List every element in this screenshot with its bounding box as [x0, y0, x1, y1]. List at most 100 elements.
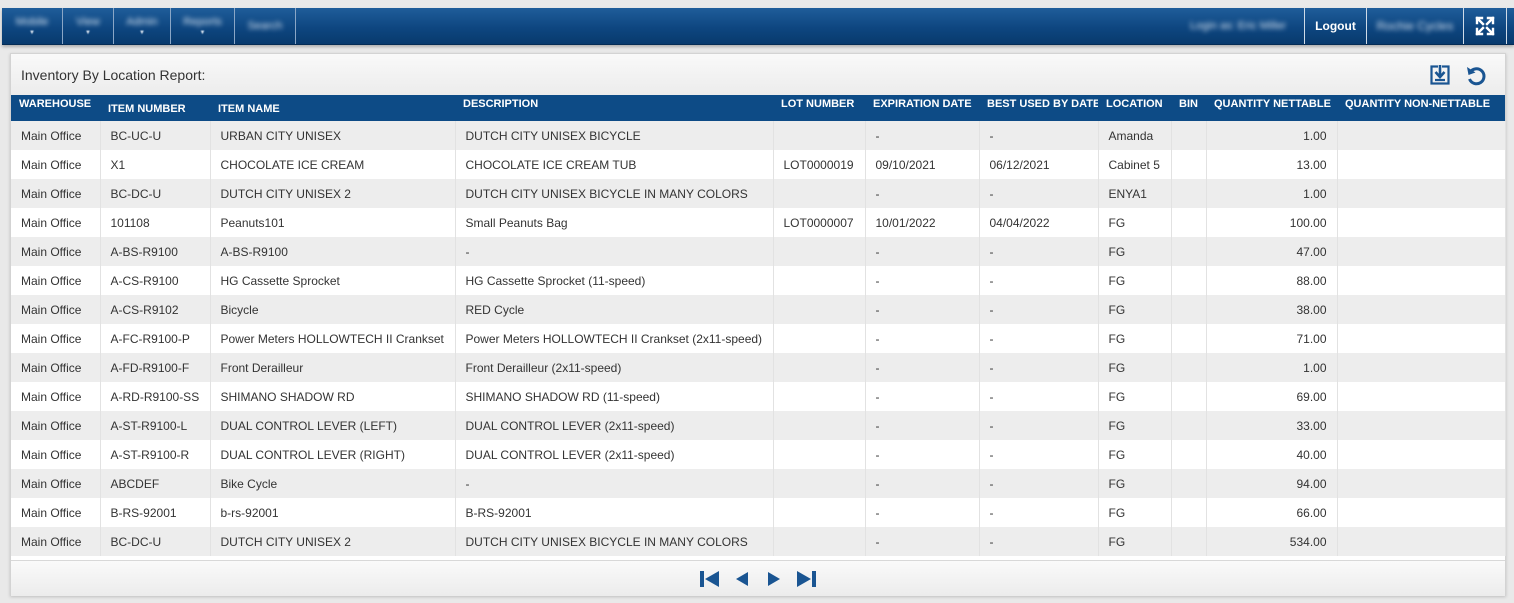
- table-header-row: WAREHOUSE ITEM NUMBER ITEM NAME DESCRIPT…: [11, 95, 1505, 121]
- table-row[interactable]: Main Office A-BS-R9100 A-BS-R9100- - - FG 47.0…: [11, 237, 1506, 266]
- table-row[interactable]: Main Office A-ST-R9100-R DUAL CONTROL LEVE…: [11, 440, 1506, 469]
- logout-label: Logout: [1315, 19, 1356, 33]
- menu-mobile[interactable]: Mobile ▼: [2, 8, 63, 44]
- cell-best-used-by-date: -: [979, 382, 1099, 411]
- cell-quantity-nettable: 1.00: [1206, 179, 1338, 208]
- inventory-table-wrap: WAREHOUSE ITEM NUMBER ITEM NAME DESCRIPT…: [11, 95, 1506, 556]
- first-page-icon[interactable]: [699, 570, 721, 593]
- table-row[interactable]: Main Office A-FD-R9100-F Front Derailleur F…: [11, 353, 1506, 382]
- cell-lot-number: [773, 324, 866, 353]
- cell-location: FG: [1098, 295, 1172, 324]
- cell-quantity-non-nettable: [1337, 295, 1506, 324]
- cell-quantity-nettable: 33.00: [1206, 411, 1338, 440]
- table-row[interactable]: Main Office BC-UC-U URBAN CITY UNISEX DUTCH…: [11, 121, 1506, 150]
- cell-item-name: DUAL CONTROL LEVER (LEFT): [210, 411, 456, 440]
- top-nav-bar: Mobile ▼ View ▼ Admin ▼ Reports ▼ Search…: [2, 8, 1514, 45]
- report-header: Inventory By Location Report:: [11, 54, 1505, 95]
- report-panel: Inventory By Location Report: WAREHOUSE …: [10, 53, 1506, 596]
- cell-location: FG: [1098, 527, 1172, 556]
- col-header-lot-number[interactable]: LOT NUMBER: [773, 95, 865, 121]
- cell-expiration-date: -: [865, 295, 980, 324]
- menu-search[interactable]: Search: [235, 8, 296, 44]
- table-row[interactable]: Main Office 101108 Peanuts101 Small Peanuts…: [11, 208, 1506, 237]
- cell-expiration-date: -: [865, 121, 980, 150]
- table-row[interactable]: Main Office A-FC-R9100-P Power Meters HOLL…: [11, 324, 1506, 353]
- cell-quantity-non-nettable: [1337, 469, 1506, 498]
- chevron-down-icon: ▼: [29, 30, 35, 36]
- next-page-icon[interactable]: [763, 570, 785, 593]
- cell-item-number: BC-DC-U: [100, 527, 211, 556]
- logout-button[interactable]: Logout: [1304, 8, 1366, 44]
- cell-bin: [1171, 121, 1207, 150]
- cell-description: DUAL CONTROL LEVER (2x11-speed): [455, 440, 774, 469]
- cell-item-name: SHIMANO SHADOW RD: [210, 382, 456, 411]
- col-header-quantity-nettable[interactable]: QUANTITY NETTABLE: [1206, 95, 1337, 121]
- cell-quantity-nettable: 66.00: [1206, 498, 1338, 527]
- last-page-icon[interactable]: [795, 570, 817, 593]
- cell-best-used-by-date: -: [979, 179, 1099, 208]
- cell-item-number: ABCDEF: [100, 469, 211, 498]
- cell-quantity-non-nettable: [1337, 150, 1506, 179]
- cell-item-name: Bicycle: [210, 295, 456, 324]
- table-row[interactable]: Main Office A-CS-R9102 Bicycle RED Cycle - - F…: [11, 295, 1506, 324]
- cell-quantity-non-nettable: [1337, 208, 1506, 237]
- menu-admin[interactable]: Admin ▼: [114, 8, 171, 44]
- col-header-expiration-date[interactable]: EXPIRATION DATE: [865, 95, 979, 121]
- cell-location: FG: [1098, 440, 1172, 469]
- cell-lot-number: [773, 237, 866, 266]
- cell-warehouse: Main Office: [11, 295, 101, 324]
- menu-admin-label: Admin: [126, 16, 158, 28]
- table-row[interactable]: Main Office B-RS-92001 b-rs-92001 B-RS-9200…: [11, 498, 1506, 527]
- cell-lot-number: [773, 266, 866, 295]
- fullscreen-button[interactable]: [1463, 8, 1507, 44]
- cell-item-number: BC-DC-U: [100, 179, 211, 208]
- company-selector[interactable]: Rochie Cycles: [1366, 8, 1463, 44]
- col-header-item-name[interactable]: ITEM NAME: [210, 95, 455, 121]
- cell-description: DUAL CONTROL LEVER (2x11-speed): [455, 411, 774, 440]
- cell-expiration-date: -: [865, 353, 980, 382]
- cell-quantity-nettable: 1.00: [1206, 121, 1338, 150]
- table-row[interactable]: Main Office A-ST-R9100-L DUAL CONTROL LEVE…: [11, 411, 1506, 440]
- cell-bin: [1171, 382, 1207, 411]
- download-icon[interactable]: [1429, 64, 1451, 86]
- chevron-down-icon: ▼: [85, 30, 91, 36]
- table-row[interactable]: Main Office A-RD-R9100-SS SHIMANO SHADOW R…: [11, 382, 1506, 411]
- col-header-location[interactable]: LOCATION: [1098, 95, 1171, 121]
- table-row[interactable]: Main Office A-CS-R9100 HG Cassette Sprocke…: [11, 266, 1506, 295]
- cell-lot-number: [773, 382, 866, 411]
- cell-quantity-nettable: 71.00: [1206, 324, 1338, 353]
- cell-warehouse: Main Office: [11, 411, 101, 440]
- table-row[interactable]: Main Office ABCDEF Bike Cycle - - - FG 94.00: [11, 469, 1506, 498]
- cell-quantity-nettable: 38.00: [1206, 295, 1338, 324]
- cell-quantity-nettable: 94.00: [1206, 469, 1338, 498]
- col-header-item-number[interactable]: ITEM NUMBER: [100, 95, 210, 121]
- cell-lot-number: [773, 121, 866, 150]
- cell-best-used-by-date: -: [979, 498, 1099, 527]
- cell-warehouse: Main Office: [11, 121, 101, 150]
- table-row[interactable]: Main Office BC-DC-U DUTCH CITY UNISEX 2 DUT…: [11, 527, 1506, 556]
- cell-description: RED Cycle: [455, 295, 774, 324]
- cell-description: HG Cassette Sprocket (11-speed): [455, 266, 774, 295]
- refresh-icon[interactable]: [1465, 64, 1487, 86]
- cell-warehouse: Main Office: [11, 498, 101, 527]
- cell-bin: [1171, 469, 1207, 498]
- cell-expiration-date: -: [865, 237, 980, 266]
- cell-bin: [1171, 324, 1207, 353]
- menu-reports[interactable]: Reports ▼: [171, 8, 235, 44]
- cell-bin: [1171, 208, 1207, 237]
- cell-best-used-by-date: -: [979, 411, 1099, 440]
- col-header-best-used-by-date[interactable]: BEST USED BY DATE: [979, 95, 1098, 121]
- cell-item-number: A-RD-R9100-SS: [100, 382, 211, 411]
- menu-view[interactable]: View ▼: [63, 8, 114, 44]
- table-row[interactable]: Main Office BC-DC-U DUTCH CITY UNISEX 2 DUT…: [11, 179, 1506, 208]
- prev-page-icon[interactable]: [731, 570, 753, 593]
- cell-expiration-date: -: [865, 469, 980, 498]
- col-header-warehouse[interactable]: WAREHOUSE: [11, 95, 100, 121]
- col-header-description[interactable]: DESCRIPTION: [455, 95, 773, 121]
- login-as-text: Login as: Eric Miller: [1190, 20, 1286, 32]
- table-row[interactable]: Main Office X1 CHOCOLATE ICE CREAM CHOCOLAT…: [11, 150, 1506, 179]
- col-header-quantity-non-nettable[interactable]: QUANTITY NON-NETTABLE: [1337, 95, 1505, 121]
- pager-bar: [11, 560, 1505, 596]
- menu-reports-label: Reports: [183, 16, 222, 28]
- col-header-bin[interactable]: BIN: [1171, 95, 1206, 121]
